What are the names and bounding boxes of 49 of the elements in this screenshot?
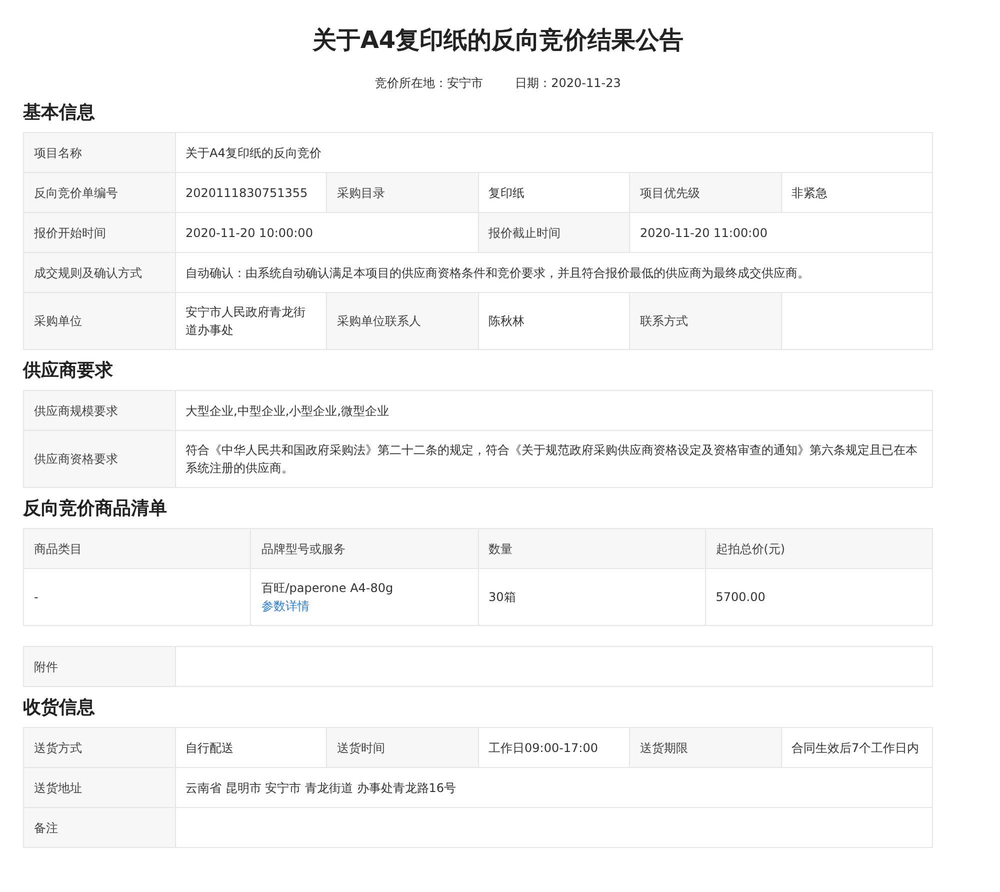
field-label: 成交规则及确认方式 [24,253,176,293]
field-label: 备注 [24,808,176,848]
section-heading: 收货信息 [23,696,96,720]
field-value: 2020111830751355 [176,173,327,213]
field-label: 反向竞价单编号 [24,173,176,213]
section-heading: 反向竞价商品清单 [23,497,168,521]
column-header: 数量 [478,529,706,569]
section-heading: 供应商要求 [23,359,114,383]
field-value: 2020-11-20 10:00:00 [176,213,478,253]
field-label: 采购单位 [24,293,176,350]
section-heading: 基本信息 [23,101,96,125]
field-value: 安宁市人民政府青龙街道办事处 [176,293,327,350]
field-label: 送货地址 [24,768,176,808]
field-value: 2020-11-20 11:00:00 [630,213,933,253]
field-label: 联系方式 [630,293,782,350]
field-label: 送货时间 [327,728,478,768]
field-value: 工作日09:00-17:00 [478,728,630,768]
field-value: 关于A4复印纸的反向竞价 [176,133,933,173]
field-label: 送货期限 [630,728,782,768]
column-header: 品牌型号或服务 [251,529,478,569]
field-value: 符合《中华人民共和国政府采购法》第二十二条的规定，符合《关于规范政府采购供应商资格设定及资格审查的通知》第六条规定且已在本系统注册的供应商。 [176,431,933,488]
table-cell: 30箱 [478,569,706,626]
field-label: 附件 [24,647,176,687]
field-value: 合同生效后7个工作日内 [782,728,933,768]
field-label: 供应商规模要求 [24,391,176,431]
field-label: 报价开始时间 [24,213,176,253]
table-cell-text: 百旺/paperone A4-80g [261,580,394,597]
details-link[interactable]: 参数详情 [261,597,310,615]
meta-text: 日期：2020-11-23 [515,75,621,92]
field-value: 陈秋林 [478,293,630,350]
field-label: 采购目录 [327,173,478,213]
field-value: 云南省 昆明市 安宁市 青龙街道 办事处青龙路16号 [176,768,933,808]
meta-text: 竞价所在地：安宁市 [375,75,484,92]
field-label: 送货方式 [24,728,176,768]
field-value: 复印纸 [478,173,630,213]
field-value: 非紧急 [782,173,933,213]
column-header: 起拍总价(元) [706,529,933,569]
field-label: 供应商资格要求 [24,431,176,488]
column-header: 商品类目 [24,529,252,569]
field-value: 大型企业,中型企业,小型企业,微型企业 [176,391,933,431]
table-cell: - [24,569,252,626]
page-title: 关于A4复印纸的反向竞价结果公告 [311,25,685,56]
table-cell: 5700.00 [706,569,933,626]
field-label: 项目优先级 [630,173,782,213]
field-label: 报价截止时间 [478,213,630,253]
field-label: 采购单位联系人 [327,293,478,350]
field-label: 项目名称 [24,133,176,173]
field-value: 自行配送 [176,728,327,768]
field-value: 自动确认：由系统自动确认满足本项目的供应商资格条件和竞价要求，并且符合报价最低的供应商为最终成交供应商。 [176,253,933,293]
